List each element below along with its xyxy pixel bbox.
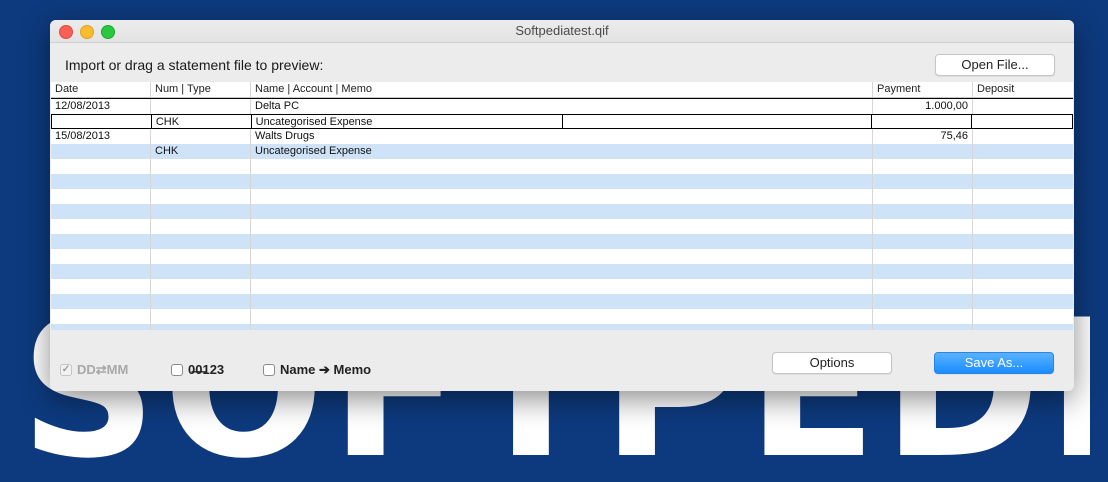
zoom-window-button[interactable] <box>101 25 115 39</box>
name-memo-label: Name ➔ Memo <box>280 362 372 377</box>
minimize-window-button[interactable] <box>80 25 94 39</box>
cell-date: 12/08/2013 <box>51 99 151 114</box>
cell-date <box>51 144 151 159</box>
empty-row <box>51 204 1073 219</box>
column-header-date[interactable]: Date <box>51 82 151 97</box>
name-memo-checkbox[interactable]: Name ➔ Memo <box>263 362 371 378</box>
table-row[interactable]: 15/08/2013 Walts Drugs 75,46 <box>51 129 1073 144</box>
table-header: Date Num | Type Name | Account | Memo Pa… <box>51 82 1073 98</box>
close-window-button[interactable] <box>59 25 73 39</box>
empty-row <box>51 309 1073 324</box>
empty-row <box>51 249 1073 264</box>
empty-row <box>51 159 1073 174</box>
cell-deposit <box>973 144 1073 159</box>
cell-name: Uncategorised Expense <box>252 115 873 128</box>
cell-payment: 1.000,00 <box>873 99 973 114</box>
bottom-bar: ✓ DD⇄MM 0̶0̶123 Name ➔ Memo Options Save… <box>50 350 1074 391</box>
cell-payment <box>873 144 973 159</box>
column-header-name-account-memo[interactable]: Name | Account | Memo <box>251 82 873 97</box>
table-row[interactable]: 12/08/2013 Delta PC 1.000,00 <box>51 98 1073 114</box>
checkbox-box <box>263 364 275 376</box>
empty-row <box>51 174 1073 189</box>
options-button[interactable]: Options <box>772 352 892 374</box>
import-prompt: Import or drag a statement file to previ… <box>65 57 324 73</box>
cell-payment <box>872 115 973 128</box>
column-header-deposit[interactable]: Deposit <box>973 82 1073 97</box>
cell-name: Uncategorised Expense <box>251 144 873 159</box>
empty-row <box>51 219 1073 234</box>
cell-name: Walts Drugs <box>251 129 873 144</box>
empty-row <box>51 189 1073 204</box>
toolbar: Import or drag a statement file to previ… <box>50 43 1074 83</box>
cell-divider <box>561 115 563 128</box>
window-title: Softpediatest.qif <box>515 23 609 38</box>
empty-row <box>51 264 1073 279</box>
empty-row <box>51 279 1073 294</box>
open-file-button[interactable]: Open File... <box>935 54 1055 76</box>
column-header-payment[interactable]: Payment <box>873 82 973 97</box>
cell-deposit <box>973 99 1073 114</box>
traffic-lights <box>59 25 115 39</box>
number-format-label: 0̶0̶123 <box>188 362 225 377</box>
cell-num: CHK <box>151 144 251 159</box>
statement-table[interactable]: Date Num | Type Name | Account | Memo Pa… <box>51 82 1073 330</box>
empty-row <box>51 234 1073 249</box>
cell-name: Delta PC <box>251 99 873 114</box>
cell-payment: 75,46 <box>873 129 973 144</box>
empty-row <box>51 324 1073 330</box>
column-header-num-type[interactable]: Num | Type <box>151 82 251 97</box>
date-swap-checkbox[interactable]: ✓ DD⇄MM <box>60 362 128 378</box>
save-as-button[interactable]: Save As... <box>934 352 1054 374</box>
table-row[interactable]: CHK Uncategorised Expense <box>51 144 1073 159</box>
cell-num <box>151 129 251 144</box>
table-row[interactable]: CHK Uncategorised Expense <box>51 114 1073 129</box>
app-window: Softpediatest.qif Import or drag a state… <box>50 20 1074 391</box>
cell-date <box>52 115 152 128</box>
title-bar[interactable]: Softpediatest.qif <box>50 20 1074 43</box>
cell-deposit <box>973 129 1073 144</box>
cell-name-text: Uncategorised Expense <box>255 116 373 128</box>
cell-date: 15/08/2013 <box>51 129 151 144</box>
number-format-checkbox[interactable]: 0̶0̶123 <box>171 362 224 377</box>
cell-deposit <box>972 115 1072 128</box>
cell-num <box>151 99 251 114</box>
cell-num: CHK <box>152 115 252 128</box>
checkmark-icon: ✓ <box>60 364 72 376</box>
checkbox-box <box>171 363 183 376</box>
empty-row <box>51 294 1073 309</box>
date-swap-label: DD⇄MM <box>77 362 129 377</box>
